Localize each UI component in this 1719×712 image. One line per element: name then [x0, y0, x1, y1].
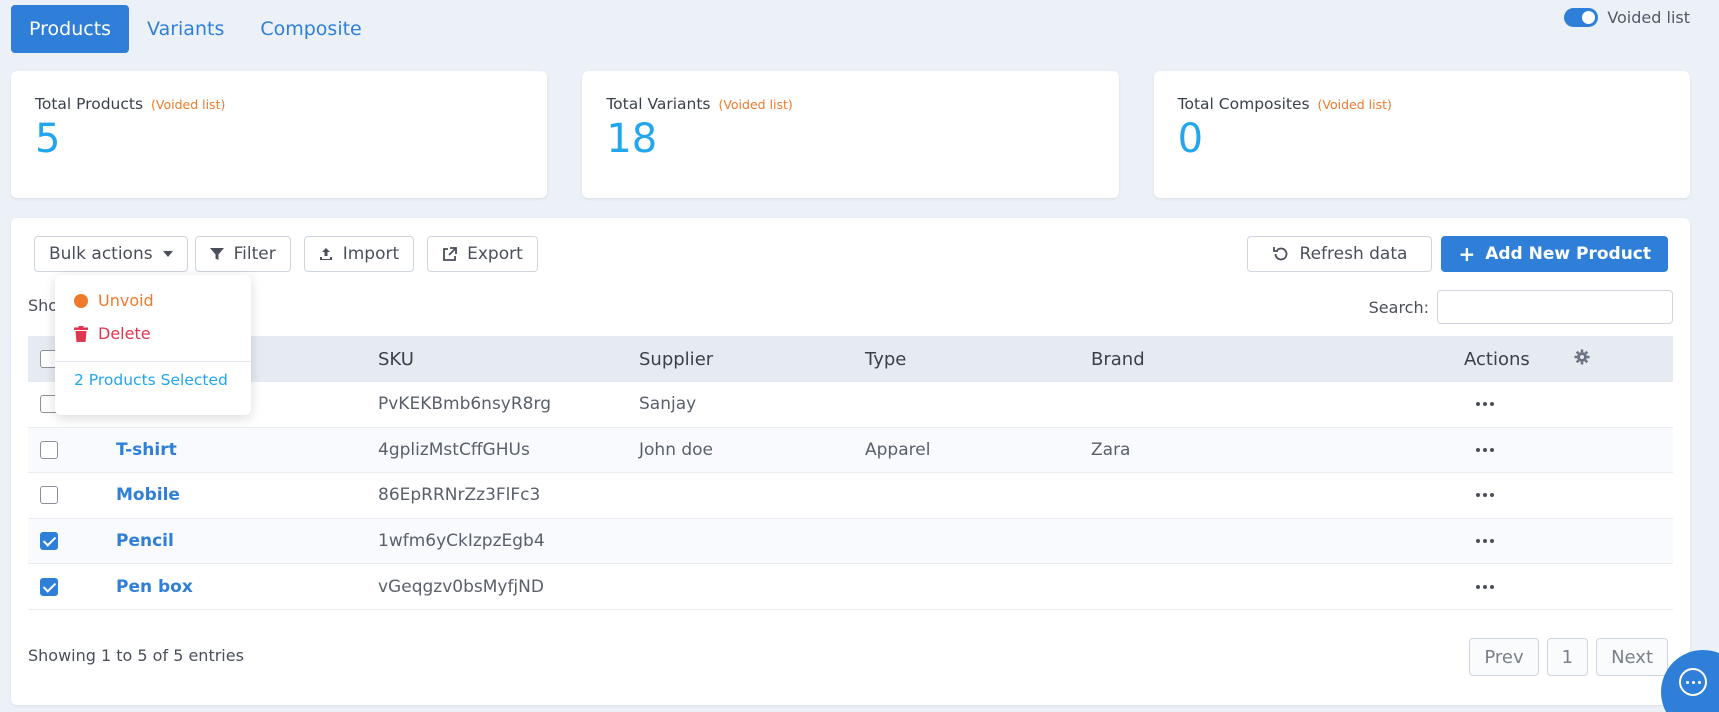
add-new-product-label: Add New Product [1485, 244, 1651, 264]
sku-cell: PvKEKBmb6nsyR8rg [378, 394, 551, 415]
circle-icon [74, 293, 88, 308]
card-value: 0 [1177, 116, 1204, 162]
column-header-sku[interactable]: SKU [378, 349, 639, 370]
product-name-link[interactable]: Mobile [116, 485, 378, 505]
entries-info: Showing 1 to 5 of 5 entries [28, 646, 244, 665]
toolbar: Bulk actions Filter Import Export [34, 236, 538, 272]
plus-icon: + [1458, 242, 1476, 266]
table-row: PvKEKBmb6nsyR8rg Sanjay [28, 382, 1673, 428]
product-name-link[interactable]: Pen box [116, 577, 378, 597]
product-name-link[interactable]: Pencil [116, 531, 378, 551]
add-new-product-button[interactable]: + Add New Product [1441, 236, 1668, 272]
more-actions-icon[interactable] [1464, 584, 1574, 589]
sku-cell: 4gplizMstCffGHUs [378, 439, 530, 460]
gear-icon[interactable] [1574, 349, 1590, 365]
column-header-type[interactable]: Type [865, 349, 1091, 370]
stat-card-variants: Total Variants (Voided list) 18 [582, 71, 1119, 198]
column-header-brand[interactable]: Brand [1091, 349, 1464, 370]
toggle-switch[interactable] [1564, 8, 1599, 27]
stat-card-composites: Total Composites (Voided list) 0 [1153, 71, 1690, 198]
card-subtitle: (Voided list) [718, 97, 793, 112]
refresh-label: Refresh data [1299, 244, 1408, 264]
products-panel: Bulk actions Filter Import Export Refres… [11, 218, 1690, 705]
sku-cell: vGeqgzv0bsMyfjND [378, 576, 544, 597]
products-table: SKU Supplier Type Brand Actions PvKEKBmb… [28, 336, 1673, 610]
row-checkbox[interactable] [40, 577, 58, 596]
tab-products[interactable]: Products [11, 5, 130, 53]
bulk-actions-button[interactable]: Bulk actions [34, 236, 188, 272]
import-label: Import [342, 244, 400, 264]
menu-item-unvoid[interactable]: Unvoid [55, 284, 251, 317]
table-row: Mobile 86EpRRNrZz3FlFc3 [28, 473, 1673, 519]
chat-icon [1679, 668, 1707, 696]
type-cell: Apparel [865, 439, 931, 460]
row-checkbox[interactable] [40, 532, 58, 551]
sku-cell: 86EpRRNrZz3FlFc3 [378, 485, 541, 506]
trash-icon [74, 325, 88, 342]
card-value: 5 [35, 116, 61, 162]
card-title: Total Composites [1177, 95, 1310, 113]
tab-bar: Products Variants Composite [11, 5, 380, 53]
table-row: T-shirt 4gplizMstCffGHUs John doe Appare… [28, 427, 1673, 474]
refresh-icon [1272, 247, 1287, 261]
card-value: 18 [606, 116, 658, 162]
filter-label: Filter [233, 244, 276, 264]
external-link-icon [443, 246, 458, 261]
product-name-link[interactable]: T-shirt [116, 440, 378, 460]
export-label: Export [467, 244, 523, 264]
search-label: Search: [1368, 297, 1429, 317]
prev-page-button[interactable]: Prev [1469, 638, 1539, 676]
refresh-data-button[interactable]: Refresh data [1246, 236, 1433, 272]
tab-composite[interactable]: Composite [242, 5, 379, 53]
toolbar-right: Refresh data + Add New Product [1246, 236, 1668, 272]
export-button[interactable]: Export [427, 236, 538, 272]
card-subtitle: (Voided list) [1317, 97, 1392, 112]
selection-count: 2 Products Selected [74, 371, 228, 389]
stat-cards: Total Products (Voided list) 5 Total Var… [11, 71, 1690, 198]
more-actions-icon[interactable] [1464, 402, 1574, 407]
column-header-supplier[interactable]: Supplier [639, 349, 865, 370]
unvoid-label: Unvoid [98, 291, 154, 310]
pagination: Prev 1 Next [1469, 638, 1668, 676]
card-subtitle: (Voided list) [151, 97, 226, 112]
bulk-actions-menu: Unvoid Delete 2 Products Selected [55, 275, 251, 415]
card-title: Total Products [35, 95, 144, 113]
page-1-button[interactable]: 1 [1546, 638, 1589, 676]
supplier-cell: John doe [639, 439, 714, 460]
delete-label: Delete [98, 324, 151, 343]
voided-list-toggle[interactable]: Voided list [1564, 8, 1690, 27]
filter-button[interactable]: Filter [194, 236, 291, 272]
column-header-actions: Actions [1464, 348, 1530, 370]
caret-down-icon [162, 251, 173, 257]
brand-cell: Zara [1091, 439, 1131, 460]
search-box: Search: [1369, 290, 1673, 324]
next-page-button[interactable]: Next [1596, 638, 1668, 676]
row-checkbox[interactable] [40, 440, 58, 459]
table-row: Pencil 1wfm6yCkIzpzEgb4 [28, 518, 1673, 565]
row-checkbox[interactable] [40, 486, 58, 505]
voided-list-label: Voided list [1607, 8, 1690, 27]
tab-variants[interactable]: Variants [129, 5, 242, 53]
filter-icon [209, 248, 224, 260]
stat-card-products: Total Products (Voided list) 5 [11, 71, 548, 198]
search-input[interactable] [1437, 290, 1673, 324]
card-title: Total Variants [606, 95, 711, 113]
table-row: Pen box vGeqgzv0bsMyfjND [28, 564, 1673, 610]
bulk-actions-label: Bulk actions [49, 244, 153, 264]
upload-icon [319, 248, 332, 260]
import-button[interactable]: Import [303, 236, 415, 272]
supplier-cell: Sanjay [639, 394, 697, 415]
menu-item-delete[interactable]: Delete [55, 317, 251, 350]
more-actions-icon[interactable] [1464, 447, 1574, 452]
more-actions-icon[interactable] [1464, 493, 1574, 498]
menu-divider [55, 361, 251, 362]
table-header: SKU Supplier Type Brand Actions [28, 336, 1673, 382]
more-actions-icon[interactable] [1464, 539, 1574, 544]
show-entries-label: Sho [28, 296, 59, 315]
sku-cell: 1wfm6yCkIzpzEgb4 [378, 531, 545, 552]
